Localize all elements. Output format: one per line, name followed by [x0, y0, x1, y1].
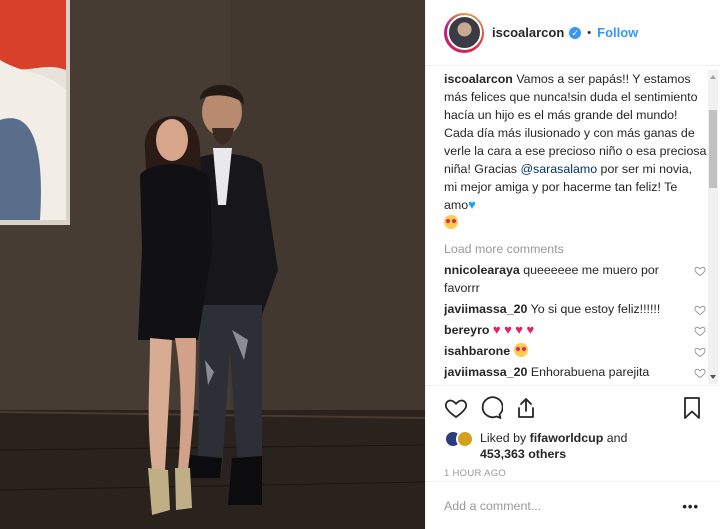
comment-username[interactable]: javiimassa_20: [444, 302, 527, 316]
liker-avatar[interactable]: [456, 430, 474, 448]
small-heart-icon[interactable]: [694, 304, 706, 316]
comment-text: Yo si que estoy feliz!!!!!!: [530, 302, 661, 316]
comment-icon[interactable]: [479, 396, 503, 420]
small-heart-icon[interactable]: [694, 367, 706, 379]
comment-item: isahbarone: [444, 342, 708, 360]
caption-text: Vamos a ser papás!! Y estamos más felice…: [444, 72, 707, 176]
likes-summary: Liked by fifaworldcup and 453,363 others: [444, 430, 703, 462]
heart-emoji: ♥: [466, 382, 474, 384]
heart-emoji: ♥: [455, 382, 463, 384]
bookmark-icon[interactable]: [681, 396, 703, 420]
likes-count[interactable]: 453,363 others: [480, 447, 566, 461]
comment-item: javiimassa_20 Enhorabuena parejita ♥ ♥ ♥: [444, 363, 708, 384]
liked-and-label: and: [606, 431, 628, 445]
comment-username[interactable]: isahbarone: [444, 344, 510, 358]
heart-emoji: ♥: [444, 382, 452, 384]
heart-emoji: ♥: [515, 322, 523, 337]
photo-scene: [0, 0, 425, 529]
share-icon[interactable]: [514, 396, 538, 420]
scroll-thumb[interactable]: [709, 110, 717, 188]
header-username[interactable]: iscoalarcon: [492, 25, 564, 40]
small-heart-icon[interactable]: [694, 346, 706, 358]
more-options-icon[interactable]: •••: [682, 499, 699, 514]
scroll-up-icon[interactable]: [710, 75, 716, 79]
comment-username[interactable]: nnicolearaya: [444, 263, 520, 277]
comment-item: javiimassa_20 Yo si que estoy feliz!!!!!…: [444, 300, 708, 318]
add-comment-bar: •••: [426, 481, 720, 529]
caption: iscoalarcon Vamos a ser papás!! Y estamo…: [444, 70, 708, 232]
follow-button[interactable]: Follow: [597, 25, 638, 40]
load-more-comments[interactable]: Load more comments: [444, 240, 708, 258]
comments-list[interactable]: iscoalarcon Vamos a ser papás!! Y estamo…: [444, 70, 708, 384]
liked-by-user[interactable]: fifaworldcup: [530, 431, 604, 445]
blue-heart-emoji: ♥: [468, 197, 476, 212]
likes-text: Liked by fifaworldcup and 453,363 others: [480, 430, 627, 462]
heart-emoji: ♥: [504, 322, 512, 337]
scroll-down-icon[interactable]: [710, 375, 716, 379]
comment-text: Enhorabuena parejita: [530, 365, 650, 379]
liker-avatars: [444, 430, 476, 448]
caption-mention[interactable]: @sarasalamo: [520, 162, 597, 176]
post-photo[interactable]: [0, 0, 425, 529]
verified-icon: ✓: [569, 26, 582, 39]
heart-eyes-emoji: [513, 343, 528, 357]
comments-scrollbar[interactable]: [708, 70, 718, 384]
post-timestamp[interactable]: 1 HOUR AGO: [444, 468, 703, 479]
comment-username[interactable]: bereyro: [444, 323, 489, 337]
profile-avatar[interactable]: [444, 12, 484, 53]
caption-username[interactable]: iscoalarcon: [444, 72, 513, 86]
post-actions: Liked by fifaworldcup and 453,363 others…: [426, 385, 720, 479]
post-header: iscoalarcon ✓ • Follow: [426, 0, 720, 66]
comment-input[interactable]: [444, 498, 664, 513]
comment-item: nnicolearaya queeeeee me muero por favor…: [444, 261, 708, 297]
avatar-image: [446, 15, 482, 50]
heart-icon[interactable]: [444, 396, 468, 420]
small-heart-icon[interactable]: [694, 325, 706, 337]
action-bar: [444, 396, 703, 422]
comment-item: bereyro ♥ ♥ ♥ ♥: [444, 321, 708, 339]
separator-dot: •: [587, 26, 592, 39]
post-detail-panel: iscoalarcon ✓ • Follow iscoalarcon Vamos…: [425, 0, 720, 529]
liked-by-label: Liked by: [480, 431, 527, 445]
small-heart-icon[interactable]: [694, 265, 706, 277]
comment-username[interactable]: javiimassa_20: [444, 365, 527, 379]
heart-eyes-emoji: [444, 215, 458, 229]
heart-emoji: ♥: [492, 322, 501, 337]
heart-emoji: ♥: [526, 322, 535, 337]
